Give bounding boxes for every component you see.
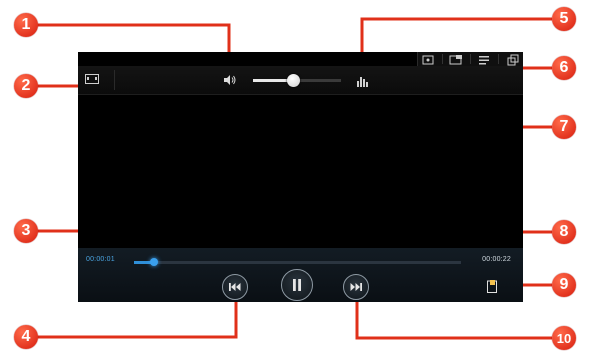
allshare-icon[interactable]	[421, 53, 435, 65]
screen-mode-icon[interactable]	[85, 74, 99, 84]
rewind-icon	[229, 283, 241, 291]
progress-bar-thumb[interactable]	[149, 258, 158, 266]
fast-forward-button[interactable]	[343, 274, 369, 300]
pause-icon	[293, 279, 301, 291]
top-right-toolbar	[417, 52, 523, 66]
equalizer-icon[interactable]	[357, 73, 369, 87]
volume-icon[interactable]	[223, 73, 237, 87]
callout-line-10	[355, 300, 552, 340]
capture-icon[interactable]	[487, 280, 497, 293]
callout-4: 4	[14, 325, 38, 349]
volume-slider-thumb[interactable]	[286, 74, 300, 87]
elapsed-time: 00:00:01	[86, 256, 115, 263]
popup-play-icon[interactable]	[449, 53, 463, 65]
callout-7: 7	[552, 115, 576, 139]
playlist-icon[interactable]	[478, 53, 492, 65]
top-control-bar	[78, 66, 523, 95]
callout-5: 5	[552, 7, 576, 31]
rewind-button[interactable]	[222, 274, 248, 300]
video-player-screen[interactable]: 00:00:01 00:00:22	[78, 52, 523, 302]
pause-button[interactable]	[281, 269, 313, 301]
callout-9: 9	[552, 273, 576, 297]
callout-8: 8	[552, 220, 576, 244]
fast-forward-icon	[350, 283, 362, 291]
callout-10: 10	[552, 326, 576, 350]
callout-line-4	[36, 300, 238, 339]
multi-window-icon[interactable]	[506, 53, 520, 66]
total-time: 00:00:22	[482, 256, 511, 263]
callout-1: 1	[14, 13, 38, 37]
volume-slider[interactable]	[253, 74, 341, 87]
callout-6: 6	[552, 56, 576, 80]
progress-bar[interactable]	[134, 258, 461, 266]
callout-3: 3	[14, 219, 38, 243]
callout-2: 2	[14, 74, 38, 98]
